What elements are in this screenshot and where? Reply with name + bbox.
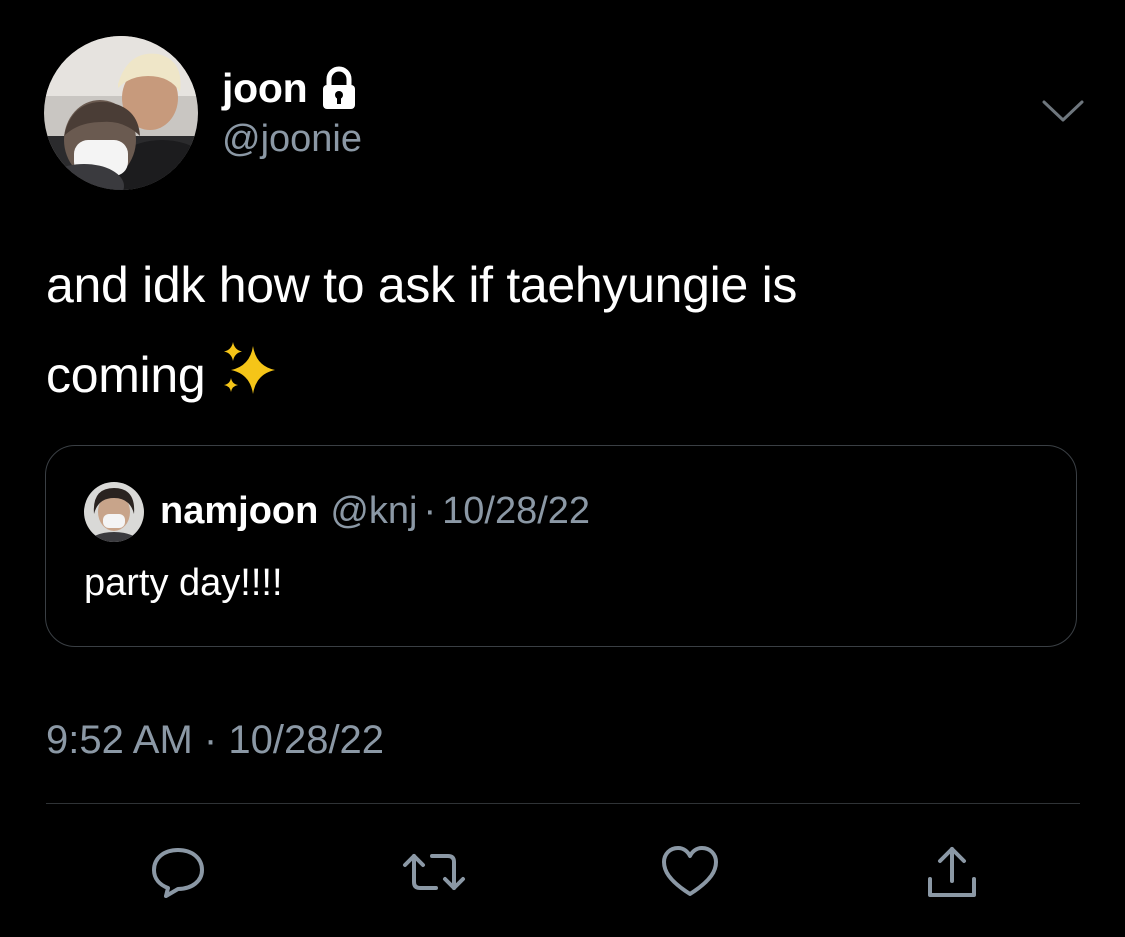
like-icon (660, 844, 720, 900)
share-icon (924, 843, 980, 901)
sparkles-icon (219, 338, 281, 400)
quoted-tweet-text: party day!!!! (84, 562, 283, 604)
tweet-text-line-1: and idk how to ask if taehyungie is (46, 257, 798, 313)
tweet-text-line-2-text: coming (46, 347, 206, 403)
retweet-icon (402, 846, 466, 898)
author-avatar[interactable] (44, 36, 198, 190)
tweet-date: 10/28/22 (228, 718, 385, 762)
divider (46, 803, 1080, 804)
share-button[interactable] (920, 840, 984, 904)
retweet-button[interactable] (402, 840, 466, 904)
tweet-detail: joon @joonie and idk how to ask if taehy… (0, 0, 1125, 937)
reply-button[interactable] (146, 840, 210, 904)
quoted-author-avatar (84, 482, 144, 542)
reply-icon (148, 844, 208, 900)
quoted-separator: · (423, 490, 437, 532)
author-name-row[interactable]: joon (222, 62, 359, 114)
chevron-down-icon[interactable] (1040, 96, 1086, 126)
quoted-tweet-header: namjoon @knj · 10/28/22 (160, 490, 590, 533)
like-button[interactable] (658, 840, 722, 904)
timestamp-separator: · (203, 718, 218, 762)
tweet-time: 9:52 AM (46, 718, 193, 762)
lock-icon (319, 66, 359, 110)
quoted-author-name[interactable]: namjoon (160, 490, 318, 533)
author-handle[interactable]: @joonie (222, 118, 362, 161)
quoted-tweet[interactable]: namjoon @knj · 10/28/22 party day!!!! (45, 445, 1077, 647)
quoted-tweet-date: 10/28/22 (442, 490, 591, 532)
tweet-text-line-2: coming (46, 330, 1086, 420)
tweet-text: and idk how to ask if taehyungie is comi… (46, 240, 1086, 420)
tweet-timestamp[interactable]: 9:52 AM · 10/28/22 (46, 718, 384, 763)
author-display-name[interactable]: joon (222, 65, 308, 112)
quoted-author-handle[interactable]: @knj (330, 490, 417, 533)
